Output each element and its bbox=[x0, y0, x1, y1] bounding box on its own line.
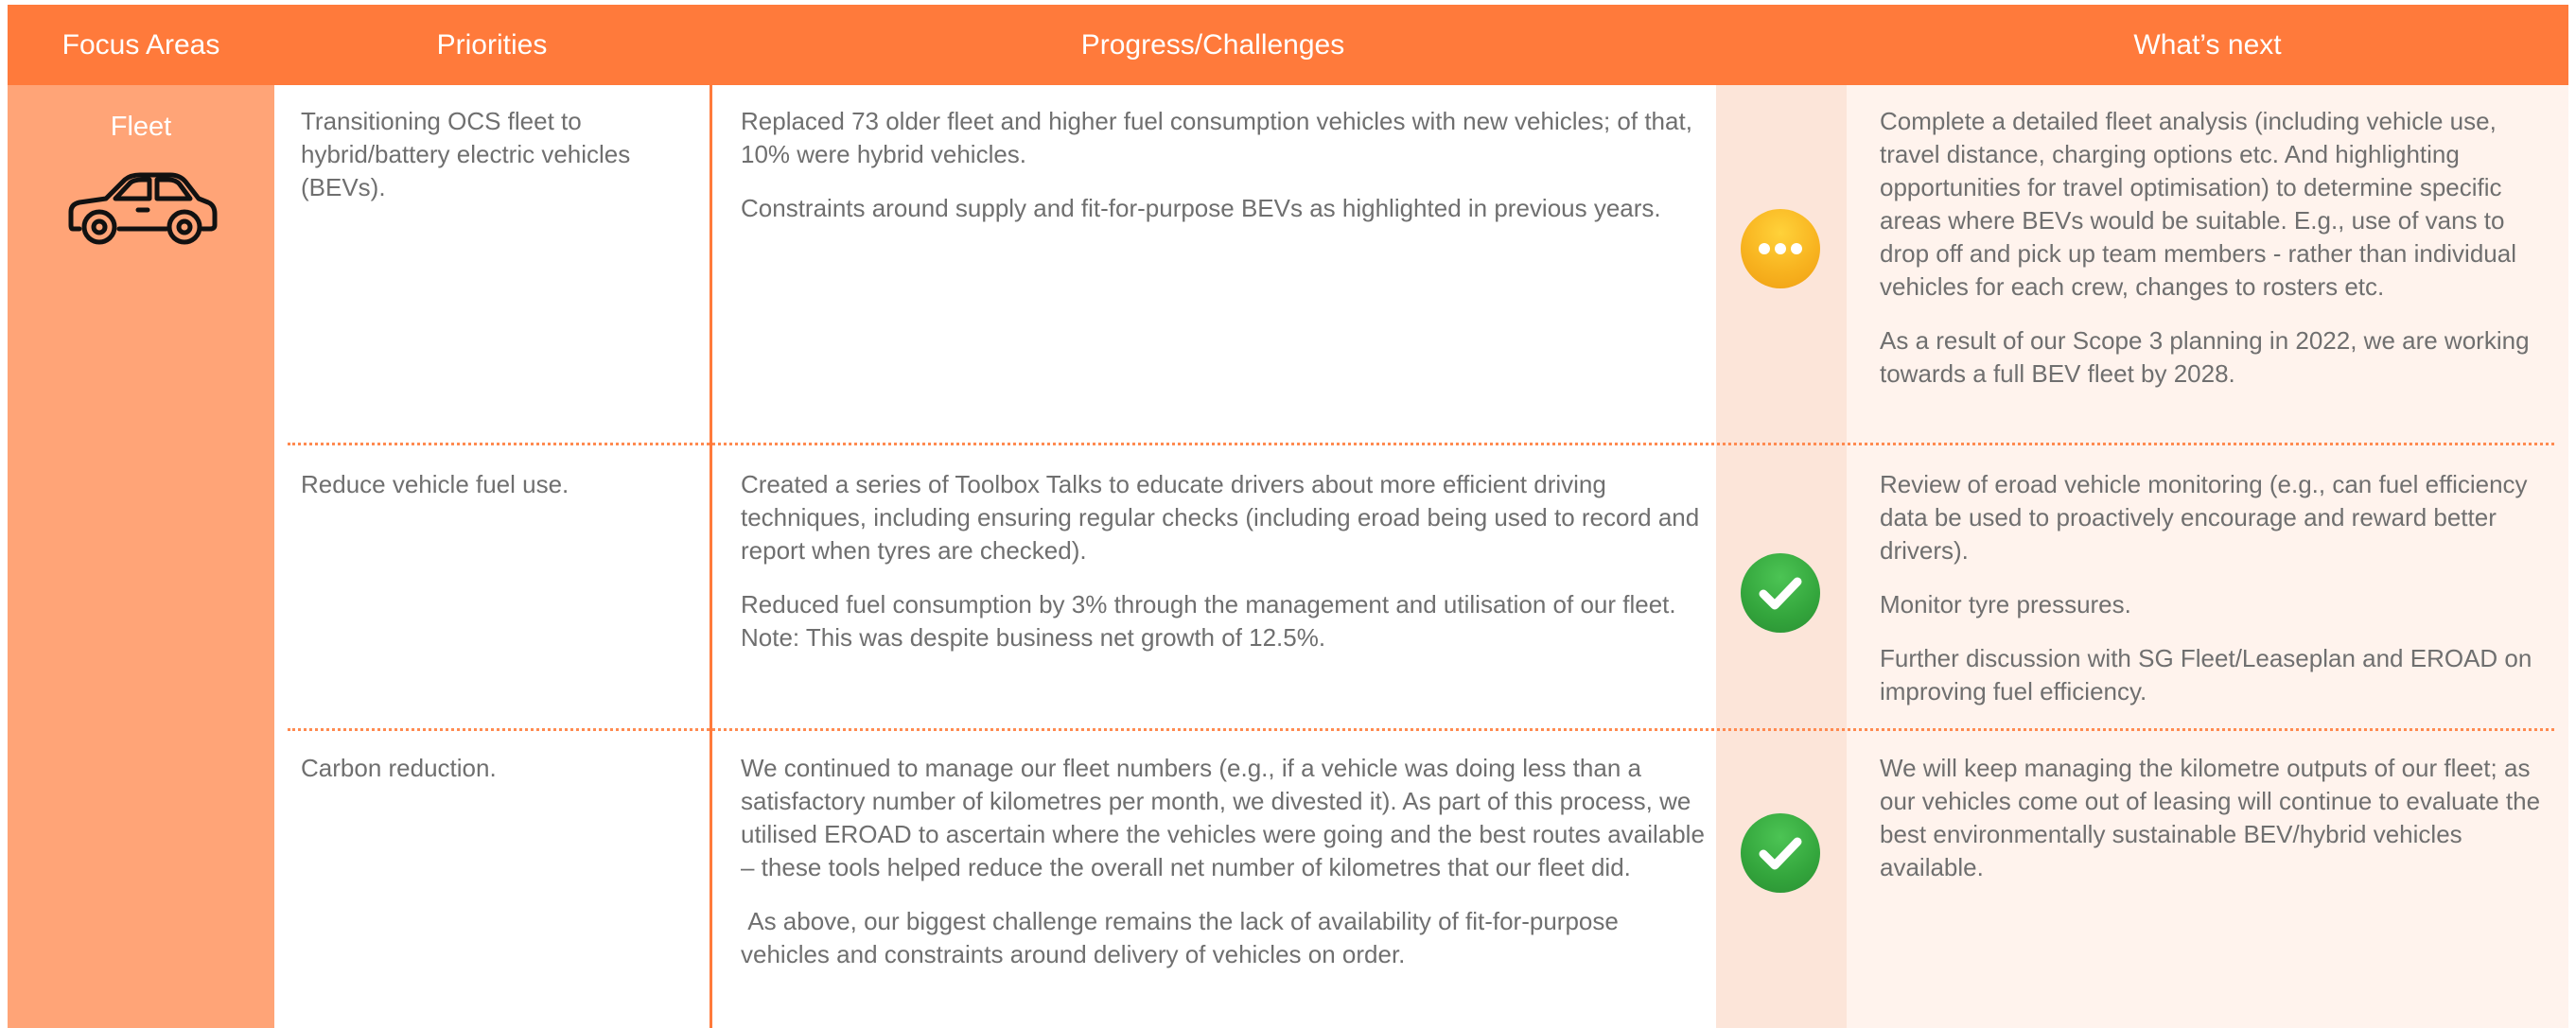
car-icon bbox=[68, 172, 218, 245]
row-1-progress: Replaced 73 older fleet and higher fuel … bbox=[741, 105, 1706, 225]
row-1-priority: Transitioning OCS fleet to hybrid/batter… bbox=[301, 107, 631, 201]
row-3-priority: Carbon reduction. bbox=[301, 754, 497, 782]
focus-area-name: Fleet bbox=[110, 112, 172, 142]
header-whats-next: What’s next bbox=[2133, 28, 2282, 61]
row-1-next-paragraph-1: Complete a detailed fleet analysis (incl… bbox=[1880, 107, 2516, 301]
row-1-next-paragraph-2: As a result of our Scope 3 planning in 2… bbox=[1880, 326, 2530, 388]
row-2-priority: Reduce vehicle fuel use. bbox=[301, 470, 570, 498]
row-2-progress: Created a series of Toolbox Talks to edu… bbox=[741, 468, 1706, 654]
row-2-next-paragraph-3: Further discussion with SG Fleet/Leasepl… bbox=[1880, 644, 2532, 706]
row-2-whats-next: Review of eroad vehicle monitoring (e.g.… bbox=[1880, 468, 2551, 708]
table-header: Focus Areas Priorities Progress/Challeng… bbox=[8, 5, 2568, 85]
header-progress-challenges: Progress/Challenges bbox=[1080, 28, 1345, 61]
row-separator bbox=[288, 443, 2554, 445]
header-focus-areas: Focus Areas bbox=[61, 28, 220, 61]
row-1-progress-paragraph-1: Replaced 73 older fleet and higher fuel … bbox=[741, 107, 1692, 168]
row-2-progress-paragraph-2: Reduced fuel consumption by 3% through t… bbox=[741, 590, 1676, 652]
row-2-next-paragraph-1: Review of eroad vehicle monitoring (e.g.… bbox=[1880, 470, 2528, 565]
row-1-whats-next: Complete a detailed fleet analysis (incl… bbox=[1880, 105, 2551, 391]
checkmark-icon bbox=[1759, 837, 1802, 870]
status-complete bbox=[1741, 813, 1820, 893]
row-separator bbox=[288, 728, 2554, 731]
fleet-progress-table: Focus Areas Priorities Progress/Challeng… bbox=[8, 5, 2568, 1028]
ellipsis-icon bbox=[1759, 243, 1802, 254]
status-complete bbox=[1741, 553, 1820, 633]
row-3-whats-next: We will keep managing the kilometre outp… bbox=[1880, 752, 2551, 884]
checkmark-icon bbox=[1759, 577, 1802, 610]
header-priorities: Priorities bbox=[436, 28, 548, 61]
row-2-progress-paragraph-1: Created a series of Toolbox Talks to edu… bbox=[741, 470, 1700, 565]
focus-area-column: Fleet bbox=[8, 85, 274, 1028]
row-3-progress-paragraph-2: As above, our biggest challenge remains … bbox=[741, 907, 1626, 968]
row-2-next-paragraph-2: Monitor tyre pressures. bbox=[1880, 590, 2131, 619]
status-in-progress bbox=[1741, 209, 1820, 288]
row-3-progress: We continued to manage our fleet numbers… bbox=[741, 752, 1706, 971]
column-divider bbox=[710, 85, 712, 1028]
row-3-progress-paragraph-1: We continued to manage our fleet numbers… bbox=[741, 754, 1705, 881]
row-3-next-paragraph-1: We will keep managing the kilometre outp… bbox=[1880, 754, 2541, 881]
row-1-progress-paragraph-2: Constraints around supply and fit-for-pu… bbox=[741, 194, 1661, 222]
